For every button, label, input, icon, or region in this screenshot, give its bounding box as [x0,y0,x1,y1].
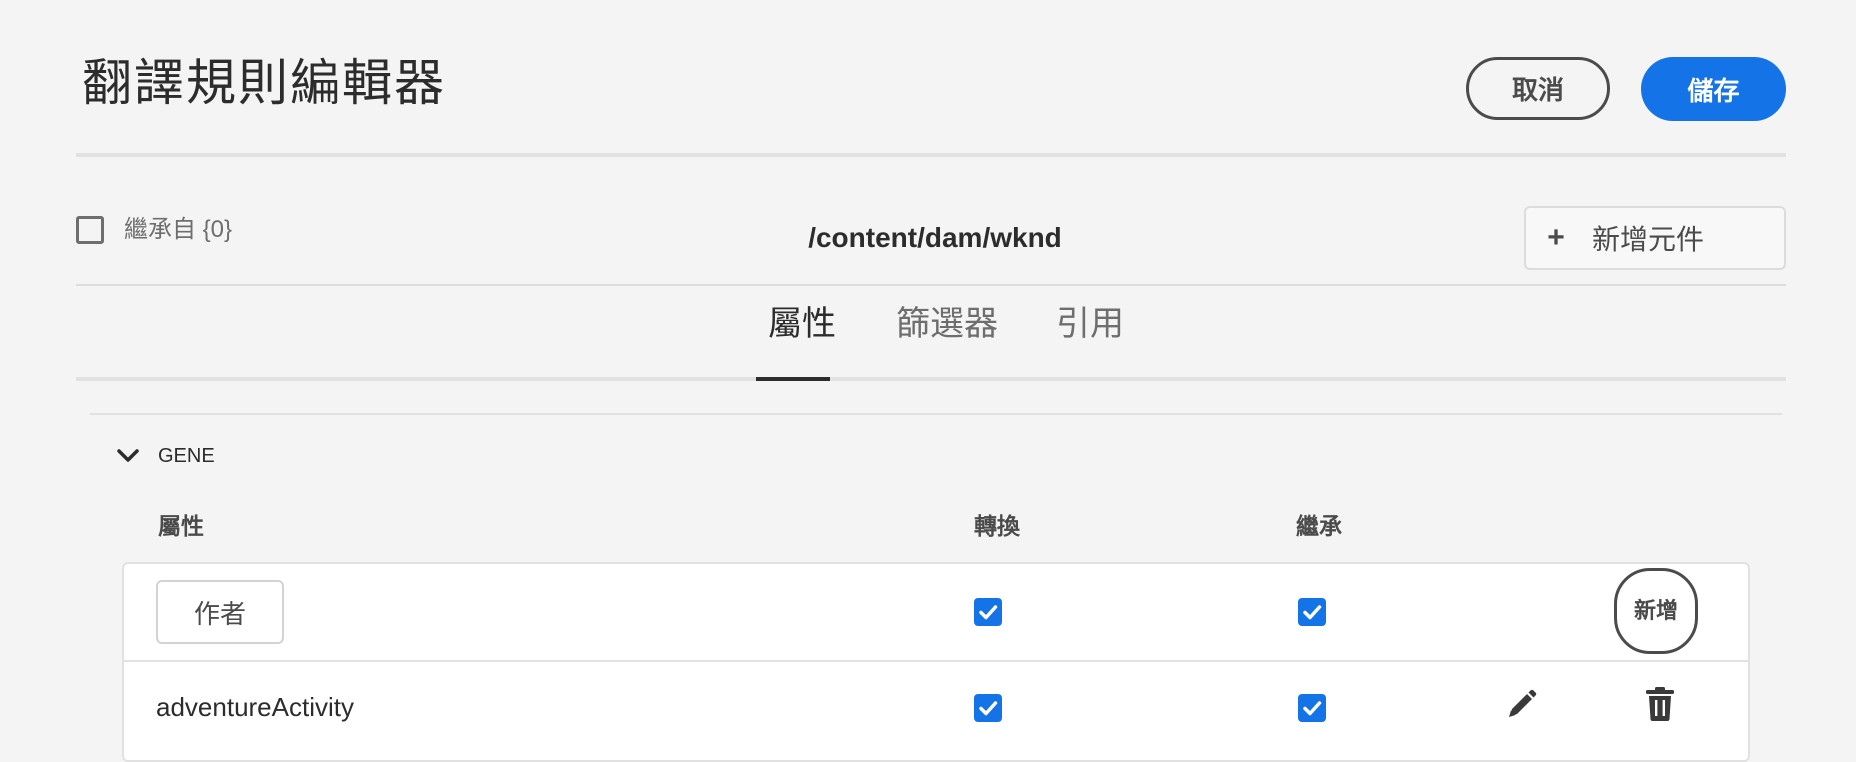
tab-properties[interactable]: 屬性 [768,302,836,346]
row-translate-checkbox[interactable] [974,694,1002,722]
checkmark-icon [979,701,998,716]
header-divider [76,153,1786,157]
properties-table [122,562,1750,762]
column-header-property: 屬性 [158,513,204,539]
pencil-icon[interactable] [1504,688,1538,722]
content-path: /content/dam/wknd [808,222,1062,253]
page-title: 翻譯規則編輯器 [82,55,446,111]
chevron-down-icon[interactable] [114,442,142,470]
new-row-translate-checkbox[interactable] [974,598,1002,626]
section-title: GENERAL [158,445,214,467]
add-property-button[interactable]: 新增 [1614,568,1698,654]
cancel-button[interactable]: 取消 [1466,57,1610,120]
tab-filters[interactable]: 篩選器 [896,302,998,346]
checkmark-icon [1303,701,1322,716]
add-component-button[interactable]: + 新增元件 [1524,206,1786,270]
path-divider [76,284,1786,286]
row-divider [124,660,1748,662]
checkmark-icon [1303,605,1322,620]
inherit-label: 繼承自 {0} [124,216,233,243]
tab-references[interactable]: 引用 [1056,302,1124,346]
column-header-translate: 轉換 [974,513,1020,539]
row-inherit-checkbox[interactable] [1298,694,1326,722]
column-header-inherit: 繼承 [1296,513,1342,539]
plus-icon: + [1547,221,1565,254]
section-divider [90,413,1782,415]
inherit-checkbox[interactable] [76,216,104,244]
new-row-inherit-checkbox[interactable] [1298,598,1326,626]
trash-icon[interactable] [1644,686,1676,722]
property-name-input[interactable] [156,580,284,644]
save-button[interactable]: 儲存 [1641,57,1786,121]
checkmark-icon [979,605,998,620]
tabs-divider [76,377,1786,381]
active-tab-indicator [756,377,830,381]
property-name: adventureActivity [156,692,354,722]
add-component-label: 新增元件 [1592,224,1705,255]
